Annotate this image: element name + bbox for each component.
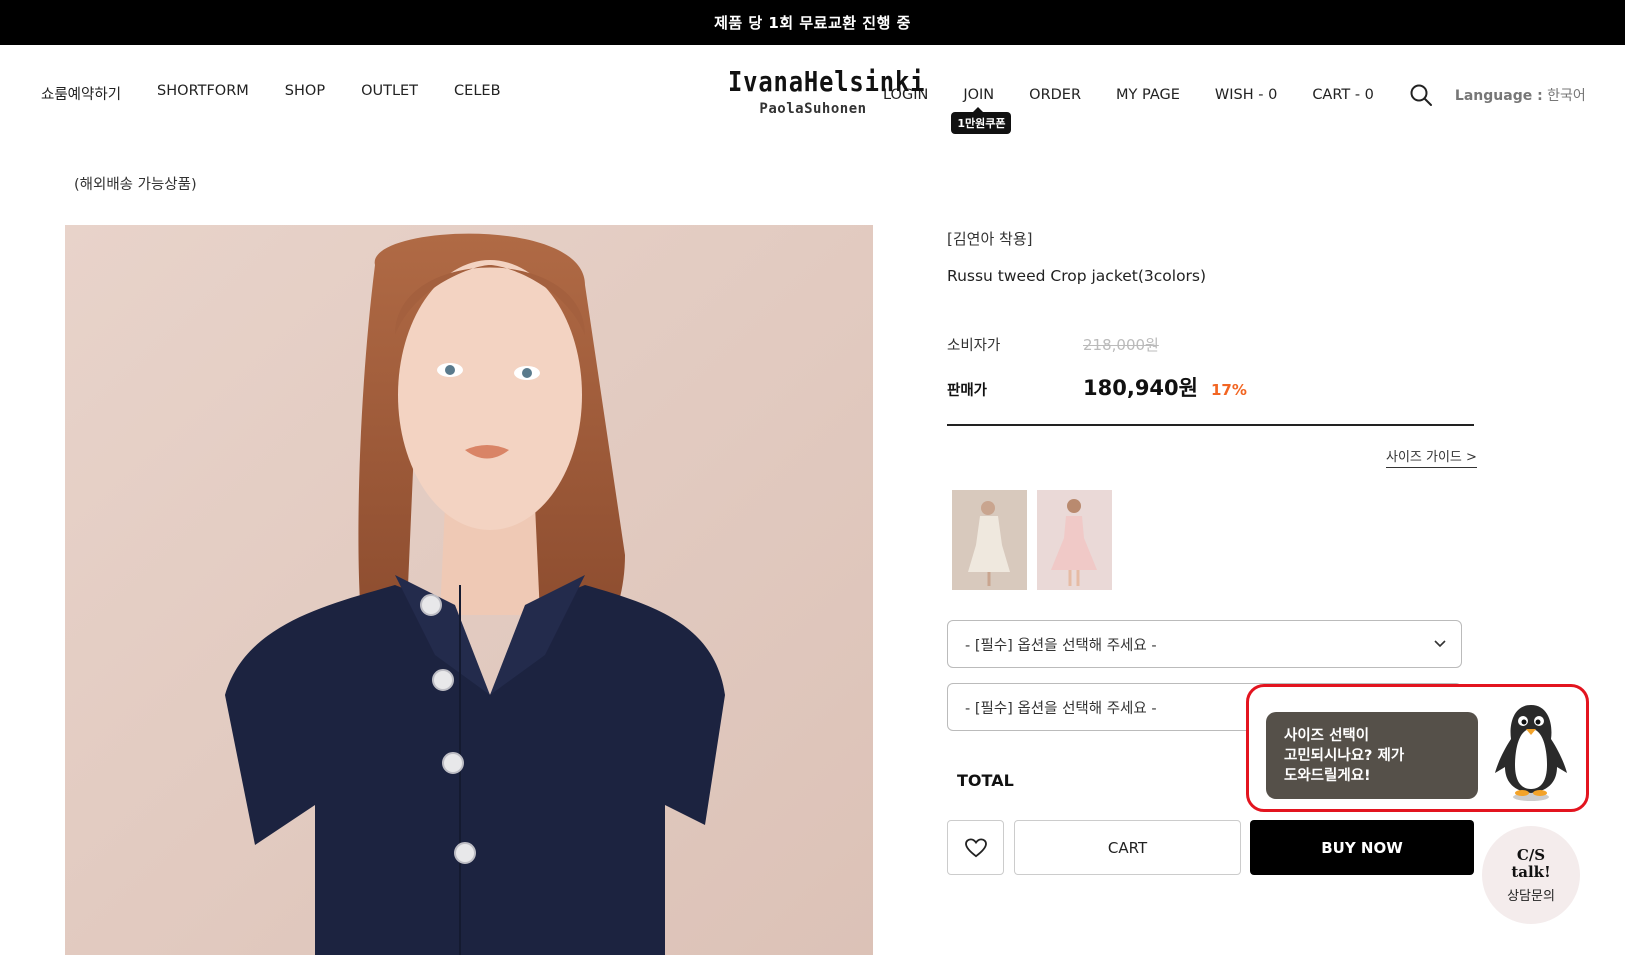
size-helper-line3: 도와드릴게요! [1284,768,1371,784]
consumer-price: 218,000원 [1083,336,1159,354]
language-value: 한국어 [1542,88,1586,104]
join-label: JOIN [963,87,995,103]
color-thumbnails [952,490,1112,590]
price-divider [947,424,1474,426]
nav-outlet[interactable]: OUTLET [361,83,418,104]
cs-talk-title-1: C/S [1516,845,1546,864]
option-select-1[interactable]: - [필수] 옵션을 선택해 주세요 - [947,620,1462,668]
nav-shop[interactable]: SHOP [285,83,325,104]
cs-talk-title-2: talk! [1511,862,1551,881]
total-label: TOTAL [957,771,1014,790]
consumer-price-row: 소비자가 218,000원 [947,334,1159,355]
cs-talk-button[interactable]: C/S talk! 상담문의 [1482,826,1580,924]
thumbnail-ivory[interactable] [952,490,1027,590]
announcement-text: 제품 당 1회 무료교환 진행 중 [714,14,911,32]
site-header: 쇼룸예약하기 SHORTFORM SHOP OUTLET CELEB LOGIN… [0,45,1625,140]
nav-showroom[interactable]: 쇼룸예약하기 [41,83,121,104]
product-main-image [65,225,873,955]
product-photo-illustration [65,225,873,955]
language-selector[interactable]: Language : 한국어 [1455,85,1586,105]
logo-main: IvanaHelsinki [728,65,926,98]
wishlist-button[interactable] [947,820,1004,875]
size-helper-line2: 고민되시나요? 제가 [1284,748,1405,764]
discount-rate: 17% [1210,381,1247,399]
overseas-shipping-note: (해외배송 가능상품) [74,177,197,193]
brand-logo[interactable]: IvanaHelsinki PaolaSuhonen [728,65,926,118]
product-tag: [김연아 착용] [947,230,1033,248]
chevron-down-icon [1434,640,1446,648]
order-link[interactable]: ORDER [1029,87,1081,103]
add-to-cart-button[interactable]: CART [1014,820,1241,875]
option-select-2-value: - [필수] 옵션을 선택해 주세요 - [965,700,1157,717]
join-link[interactable]: JOIN 1만원쿠폰 [951,87,1012,134]
language-label: Language : [1454,88,1543,104]
consumer-price-label: 소비자가 [947,338,1001,354]
heart-icon [964,837,987,857]
coupon-badge: 1만원쿠폰 [951,107,1012,134]
main-nav: 쇼룸예약하기 SHORTFORM SHOP OUTLET CELEB [41,83,501,104]
thumbnail-pink[interactable] [1037,490,1112,590]
account-nav: LOGIN JOIN 1만원쿠폰 ORDER MY PAGE WISH - 0 … [883,83,1586,134]
announcement-bar: 제품 당 1회 무료교환 진행 중 [0,0,1625,45]
nav-celeb[interactable]: CELEB [454,83,500,104]
size-helper-popup[interactable]: 사이즈 선택이 고민되시나요? 제가 도와드릴게요! [1246,684,1589,812]
penguin-mascot-icon[interactable] [1489,699,1573,803]
size-guide-link[interactable]: 사이즈 가이드 > [1386,446,1477,468]
search-icon[interactable] [1409,83,1433,107]
product-name: Russu tweed Crop jacket(3colors) [947,267,1207,285]
buy-now-button[interactable]: BUY NOW [1250,820,1474,875]
cart-link[interactable]: CART - 0 [1312,87,1374,103]
sale-price: 180,940원 [1083,376,1198,400]
option-select-1-value: - [필수] 옵션을 선택해 주세요 - [965,637,1157,654]
sale-price-row: 판매가 180,940원 17% [947,372,1247,402]
logo-sub: PaolaSuhonen [759,101,867,117]
nav-shortform[interactable]: SHORTFORM [157,83,249,104]
wish-link[interactable]: WISH - 0 [1215,87,1277,103]
sale-price-label: 판매가 [947,383,988,399]
cs-talk-label: 상담문의 [1507,888,1555,904]
size-helper-bubble[interactable]: 사이즈 선택이 고민되시나요? 제가 도와드릴게요! [1266,712,1478,799]
mypage-link[interactable]: MY PAGE [1116,87,1180,103]
size-helper-line1: 사이즈 선택이 [1284,728,1370,744]
